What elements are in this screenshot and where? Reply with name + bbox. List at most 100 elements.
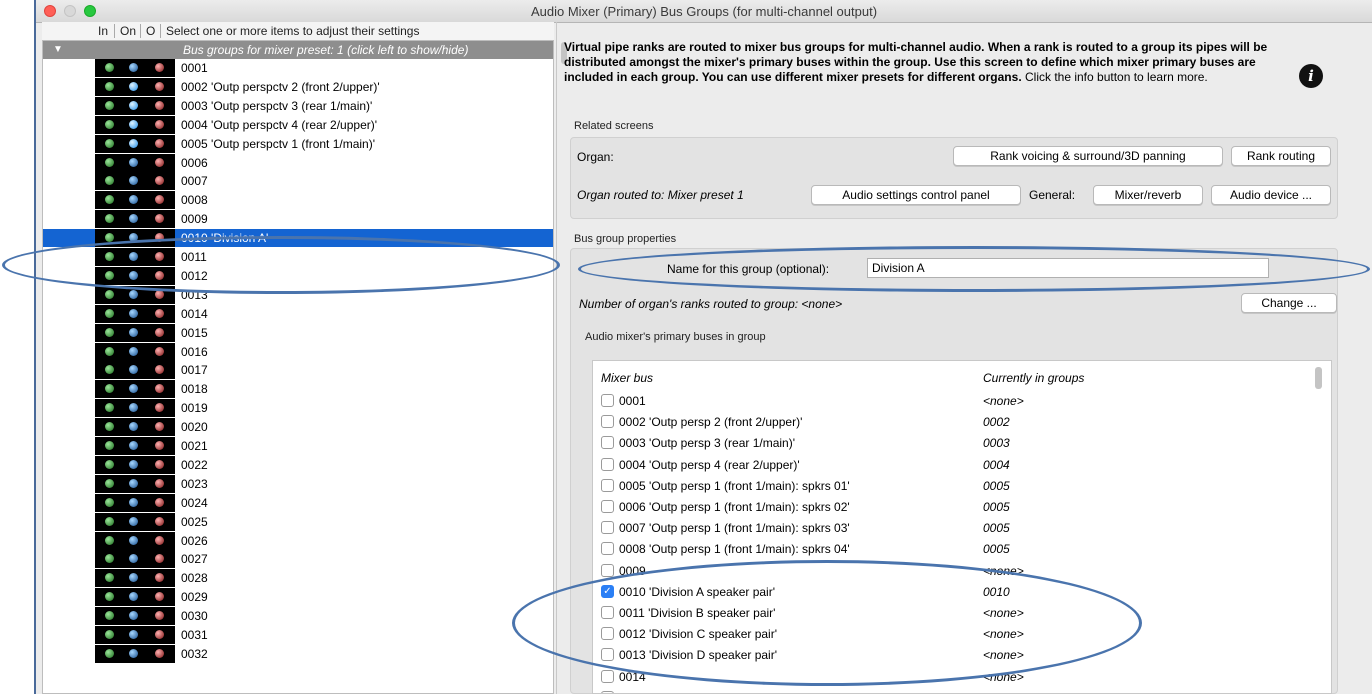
rank-voicing-button[interactable]: Rank voicing & surround/3D panning <box>953 146 1223 166</box>
list-item[interactable]: 0031 <box>43 626 553 644</box>
group-name-input[interactable] <box>867 258 1269 278</box>
on-light-icon <box>129 516 138 526</box>
bus-checkbox[interactable] <box>601 394 614 407</box>
list-item[interactable]: 0012 <box>43 266 553 285</box>
list-item[interactable]: 0004 'Outp perspctv 4 (rear 2/upper)' <box>43 115 553 134</box>
list-item[interactable]: 0032 <box>43 644 553 663</box>
list-item[interactable]: 0026 <box>43 531 553 550</box>
bus-checkbox[interactable]: ✓ <box>601 584 614 598</box>
list-item[interactable]: 0028 <box>43 569 553 588</box>
list-item[interactable]: 0017 <box>43 361 553 380</box>
bus-checkbox[interactable] <box>601 457 614 471</box>
in-light-icon <box>105 81 114 91</box>
on-light-icon <box>129 233 138 243</box>
audio-device-button[interactable]: Audio device ... <box>1211 185 1331 205</box>
list-item[interactable]: 0024 <box>43 493 553 512</box>
bus-checkbox[interactable] <box>601 521 614 535</box>
bus-checkbox[interactable] <box>601 563 614 577</box>
mixer-bus-list[interactable]: Mixer bus Currently in groups 0001 <none>… <box>592 360 1332 694</box>
list-item[interactable]: 0013 <box>43 285 553 304</box>
list-item[interactable]: 0002 'Outp perspctv 2 (front 2/upper)' <box>43 77 553 96</box>
list-item[interactable]: 0011 <box>43 248 553 266</box>
bus-row[interactable]: 0004 'Outp persp 4 (rear 2/upper)' 0004 <box>601 455 1321 476</box>
list-item-label: 0014 <box>181 306 208 321</box>
bus-row[interactable]: 0012 'Division C speaker pair' <none> <box>601 624 1321 645</box>
bus-row[interactable]: 0013 'Division D speaker pair' <none> <box>601 645 1321 666</box>
status-lights <box>95 626 175 644</box>
list-item[interactable]: 0029 <box>43 588 553 607</box>
col-on-header[interactable]: On <box>120 24 136 38</box>
list-item[interactable]: 0018 <box>43 380 553 399</box>
list-item[interactable]: 0015 <box>43 323 553 342</box>
list-item[interactable]: 0025 <box>43 512 553 531</box>
split-divider[interactable] <box>556 22 557 694</box>
list-item[interactable]: 0016 <box>43 342 553 361</box>
list-item[interactable]: 0007 <box>43 172 553 191</box>
list-item[interactable]: 0014 <box>43 304 553 323</box>
bus-checkbox[interactable] <box>601 606 614 619</box>
bus-row[interactable]: 0009 <none> <box>601 561 1321 582</box>
status-lights <box>95 134 175 153</box>
list-item[interactable]: 0021 <box>43 437 553 455</box>
bus-row[interactable]: 0002 'Outp persp 2 (front 2/upper)' 0002 <box>601 412 1321 433</box>
bus-list-scrollbar[interactable] <box>1315 367 1322 389</box>
list-item[interactable]: 0009 <box>43 210 553 229</box>
on-light-icon <box>129 441 138 450</box>
organ-routed-label: Organ routed to: Mixer preset 1 <box>577 188 744 202</box>
list-item[interactable]: 0030 <box>43 607 553 626</box>
list-item[interactable]: 0022 <box>43 455 553 474</box>
bus-row[interactable]: 0015<none> <box>601 688 1321 693</box>
bus-checkbox[interactable] <box>601 436 614 450</box>
list-item[interactable]: 0008 <box>43 191 553 210</box>
status-lights <box>95 96 175 115</box>
audio-settings-button[interactable]: Audio settings control panel <box>811 185 1021 205</box>
bus-row[interactable]: 0008 'Outp persp 1 (front 1/main): spkrs… <box>601 539 1321 560</box>
bus-row[interactable]: 0001 <none> <box>601 391 1321 412</box>
list-item[interactable]: 0027 <box>43 550 553 569</box>
list-item-label: 0026 <box>181 533 208 548</box>
bus-checkbox[interactable] <box>601 500 614 513</box>
info-icon[interactable]: i <box>1299 64 1323 88</box>
bus-checkbox[interactable] <box>601 669 614 683</box>
bus-row[interactable]: ✓ 0010 'Division A speaker pair' 0010 <box>601 582 1321 603</box>
bus-row[interactable]: 0005 'Outp persp 1 (front 1/main): spkrs… <box>601 476 1321 497</box>
bus-row[interactable]: 0006 'Outp persp 1 (front 1/main): spkrs… <box>601 497 1321 518</box>
list-item[interactable]: 0020 <box>43 418 553 437</box>
list-item-label: 0028 <box>181 571 208 586</box>
bus-checkbox[interactable] <box>601 627 614 641</box>
bus-row[interactable]: 0003 'Outp persp 3 (rear 1/main)' 0003 <box>601 433 1321 454</box>
related-screens-box: Organ: Rank voicing & surround/3D pannin… <box>570 137 1338 219</box>
status-lights <box>95 285 175 304</box>
list-item[interactable]: 0023 <box>43 474 553 493</box>
list-item[interactable]: 0003 'Outp perspctv 3 (rear 1/main)' <box>43 96 553 115</box>
group-header-row[interactable]: ▼ Bus groups for mixer preset: 1 (click … <box>43 41 553 59</box>
list-item[interactable]: 0010 'Division A' <box>43 229 553 248</box>
bus-group-list[interactable]: ▼ Bus groups for mixer preset: 1 (click … <box>42 40 554 694</box>
bus-checkbox[interactable] <box>601 478 614 492</box>
window-title: Audio Mixer (Primary) Bus Groups (for mu… <box>530 4 878 19</box>
bus-checkbox[interactable] <box>601 542 614 556</box>
col-o-header[interactable]: O <box>146 24 155 38</box>
list-item-label: 0007 <box>181 174 208 189</box>
output-light-icon <box>155 422 164 432</box>
list-item[interactable]: 0019 <box>43 399 553 418</box>
bus-row[interactable]: 0007 'Outp persp 1 (front 1/main): spkrs… <box>601 518 1321 539</box>
disclosure-triangle-icon[interactable]: ▼ <box>53 44 63 55</box>
bus-checkbox[interactable] <box>601 648 614 662</box>
in-light-icon <box>105 422 114 432</box>
mixer-reverb-button[interactable]: Mixer/reverb <box>1093 185 1203 205</box>
bus-row[interactable]: 0014 <none> <box>601 667 1321 688</box>
rank-routing-button[interactable]: Rank routing <box>1231 146 1331 166</box>
bus-groups: <none> <box>983 627 1024 642</box>
in-light-icon <box>105 384 114 394</box>
on-light-icon <box>129 308 138 318</box>
list-item[interactable]: 0001 <box>43 59 553 77</box>
change-button[interactable]: Change ... <box>1241 293 1337 313</box>
bus-row[interactable]: 0011 'Division B speaker pair' <none> <box>601 603 1321 624</box>
status-lights <box>95 153 175 172</box>
col-in-header[interactable]: In <box>98 24 108 38</box>
bus-checkbox[interactable] <box>601 415 614 429</box>
list-item[interactable]: 0005 'Outp perspctv 1 (front 1/main)' <box>43 134 553 153</box>
on-light-icon <box>129 81 138 91</box>
list-item[interactable]: 0006 <box>43 153 553 172</box>
